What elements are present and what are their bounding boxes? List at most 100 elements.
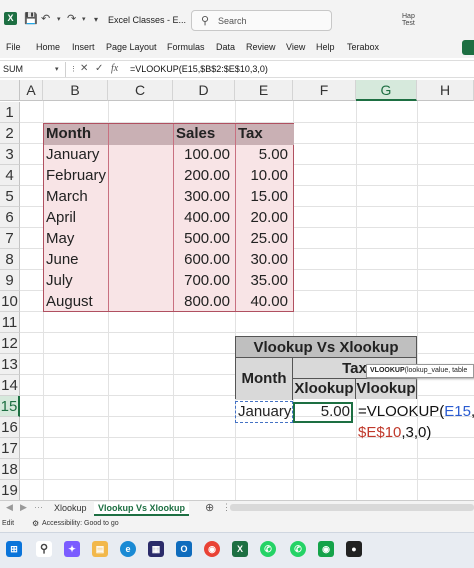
cell-sales[interactable]: 500.00 bbox=[174, 228, 230, 249]
undo-dropdown-icon[interactable]: ▾ bbox=[57, 15, 61, 23]
month-header[interactable]: Month bbox=[236, 358, 293, 400]
tab-review[interactable]: Review bbox=[246, 42, 276, 52]
col-header-b[interactable]: B bbox=[43, 80, 108, 101]
outlook-icon[interactable]: O bbox=[176, 541, 192, 557]
account-area[interactable]: Hap Test bbox=[402, 13, 415, 27]
store-icon[interactable]: ▦ bbox=[148, 541, 164, 557]
row-header-4[interactable]: 4 bbox=[0, 165, 20, 186]
tab-terabox[interactable]: Terabox bbox=[347, 42, 379, 52]
cell-month[interactable]: February bbox=[46, 165, 106, 186]
select-all-corner[interactable] bbox=[0, 80, 20, 101]
lookup-month-value[interactable]: January bbox=[238, 401, 291, 422]
tab-data[interactable]: Data bbox=[216, 42, 235, 52]
cell-tax[interactable]: 5.00 bbox=[236, 144, 288, 165]
cell-sales[interactable]: 800.00 bbox=[174, 291, 230, 312]
row-header-13[interactable]: 13 bbox=[0, 354, 20, 375]
cell-tax[interactable]: 30.00 bbox=[236, 249, 288, 270]
enter-icon[interactable]: ✓ bbox=[95, 63, 103, 74]
whatsapp-icon[interactable]: ✆ bbox=[260, 541, 276, 557]
next-sheet-icon[interactable]: ▶ bbox=[20, 502, 27, 513]
comparison-title[interactable]: Vlookup Vs Xlookup bbox=[236, 337, 416, 358]
row-header-8[interactable]: 8 bbox=[0, 249, 20, 270]
vlookup-formula-line-1[interactable]: =VLOOKUP(E15,$ bbox=[358, 401, 474, 422]
xlookup-result[interactable]: 5.00 bbox=[296, 401, 350, 422]
camera-icon[interactable]: ◉ bbox=[318, 541, 334, 557]
cell-month[interactable]: April bbox=[46, 207, 76, 228]
edge-icon[interactable]: e bbox=[120, 541, 136, 557]
cell-tax[interactable]: 35.00 bbox=[236, 270, 288, 291]
row-header-14[interactable]: 14 bbox=[0, 375, 20, 396]
vlookup-header[interactable]: Vlookup bbox=[356, 379, 416, 399]
cell-sales[interactable]: 700.00 bbox=[174, 270, 230, 291]
whatsapp-business-icon[interactable]: ✆ bbox=[290, 541, 306, 557]
header-tax[interactable]: Tax bbox=[238, 124, 263, 144]
vlookup-formula-line-2[interactable]: $E$10,3,0) bbox=[358, 422, 431, 443]
undo-icon[interactable]: ↶ bbox=[41, 12, 50, 25]
cell-month[interactable]: July bbox=[46, 270, 73, 291]
save-icon[interactable]: 💾 bbox=[24, 12, 38, 25]
row-header-17[interactable]: 17 bbox=[0, 438, 20, 459]
tab-home[interactable]: Home bbox=[36, 42, 60, 52]
prev-sheet-icon[interactable]: ◀ bbox=[6, 502, 13, 513]
horizontal-scrollbar[interactable] bbox=[230, 504, 474, 511]
name-box[interactable]: SUM ▾ bbox=[0, 62, 66, 77]
row-header-10[interactable]: 10 bbox=[0, 291, 20, 312]
row-header-18[interactable]: 18 bbox=[0, 459, 20, 480]
cell-sales[interactable]: 600.00 bbox=[174, 249, 230, 270]
accessibility-status[interactable]: Accessibility: Good to go bbox=[42, 520, 119, 527]
cell-tax[interactable]: 20.00 bbox=[236, 207, 288, 228]
cell-month[interactable]: August bbox=[46, 291, 93, 312]
customize-qat-icon[interactable]: ▾ bbox=[94, 15, 98, 24]
cell-tax[interactable]: 10.00 bbox=[236, 165, 288, 186]
row-header-7[interactable]: 7 bbox=[0, 228, 20, 249]
chevron-down-icon[interactable]: ▾ bbox=[55, 65, 59, 73]
cell-month[interactable]: June bbox=[46, 249, 79, 270]
chrome-icon[interactable]: ◉ bbox=[204, 541, 220, 557]
row-header-6[interactable]: 6 bbox=[0, 207, 20, 228]
row-header-12[interactable]: 12 bbox=[0, 333, 20, 354]
tab-help[interactable]: Help bbox=[316, 42, 335, 52]
tab-insert[interactable]: Insert bbox=[72, 42, 95, 52]
col-header-f[interactable]: F bbox=[293, 80, 356, 101]
cancel-icon[interactable]: ✕ bbox=[80, 63, 88, 74]
search-box[interactable]: ⚲ Search bbox=[191, 10, 332, 31]
xlookup-header[interactable]: Xlookup bbox=[293, 379, 356, 399]
tab-page-layout[interactable]: Page Layout bbox=[106, 42, 157, 52]
cell-month[interactable]: May bbox=[46, 228, 74, 249]
cell-month[interactable]: March bbox=[46, 186, 88, 207]
tab-formulas[interactable]: Formulas bbox=[167, 42, 205, 52]
function-tooltip[interactable]: VLOOKUP(lookup_value, table bbox=[366, 364, 474, 378]
copilot-icon[interactable]: ✦ bbox=[64, 541, 80, 557]
row-header-11[interactable]: 11 bbox=[0, 312, 20, 333]
row-header-2[interactable]: 2 bbox=[0, 123, 20, 144]
col-header-g[interactable]: G bbox=[356, 80, 417, 101]
share-button[interactable] bbox=[462, 40, 474, 55]
col-header-a[interactable]: A bbox=[20, 80, 43, 101]
insert-function-icon[interactable]: fx bbox=[111, 63, 118, 74]
col-header-d[interactable]: D bbox=[173, 80, 235, 101]
sheet-tab-vlookup-vs-xlookup[interactable]: Vlookup Vs Xlookup bbox=[94, 502, 190, 516]
tab-view[interactable]: View bbox=[286, 42, 305, 52]
search-icon[interactable]: ⚲ bbox=[36, 541, 52, 557]
row-header-19[interactable]: 19 bbox=[0, 480, 20, 500]
cell-sales[interactable]: 300.00 bbox=[174, 186, 230, 207]
row-header-5[interactable]: 5 bbox=[0, 186, 20, 207]
col-header-e[interactable]: E bbox=[235, 80, 293, 101]
sheet-tab-xlookup[interactable]: Xlookup bbox=[50, 502, 91, 516]
cell-tax[interactable]: 25.00 bbox=[236, 228, 288, 249]
cell-tax[interactable]: 15.00 bbox=[236, 186, 288, 207]
file-explorer-icon[interactable]: ▤ bbox=[92, 541, 108, 557]
col-header-c[interactable]: C bbox=[108, 80, 173, 101]
row-header-16[interactable]: 16 bbox=[0, 417, 20, 438]
row-header-15[interactable]: 15 bbox=[0, 396, 20, 417]
more-sheets-icon[interactable]: ⋯ bbox=[34, 502, 43, 513]
cell-sales[interactable]: 200.00 bbox=[174, 165, 230, 186]
header-month[interactable]: Month bbox=[46, 124, 91, 144]
worksheet-grid[interactable]: A B C D E F G H 1 2 3 4 5 6 7 8 9 10 11 … bbox=[0, 80, 474, 500]
row-header-3[interactable]: 3 bbox=[0, 144, 20, 165]
cell-tax[interactable]: 40.00 bbox=[236, 291, 288, 312]
row-header-9[interactable]: 9 bbox=[0, 270, 20, 291]
add-sheet-icon[interactable]: ⊕ bbox=[205, 501, 214, 514]
tooltip-function-name[interactable]: VLOOKUP bbox=[370, 367, 405, 374]
media-app-icon[interactable]: ● bbox=[346, 541, 362, 557]
